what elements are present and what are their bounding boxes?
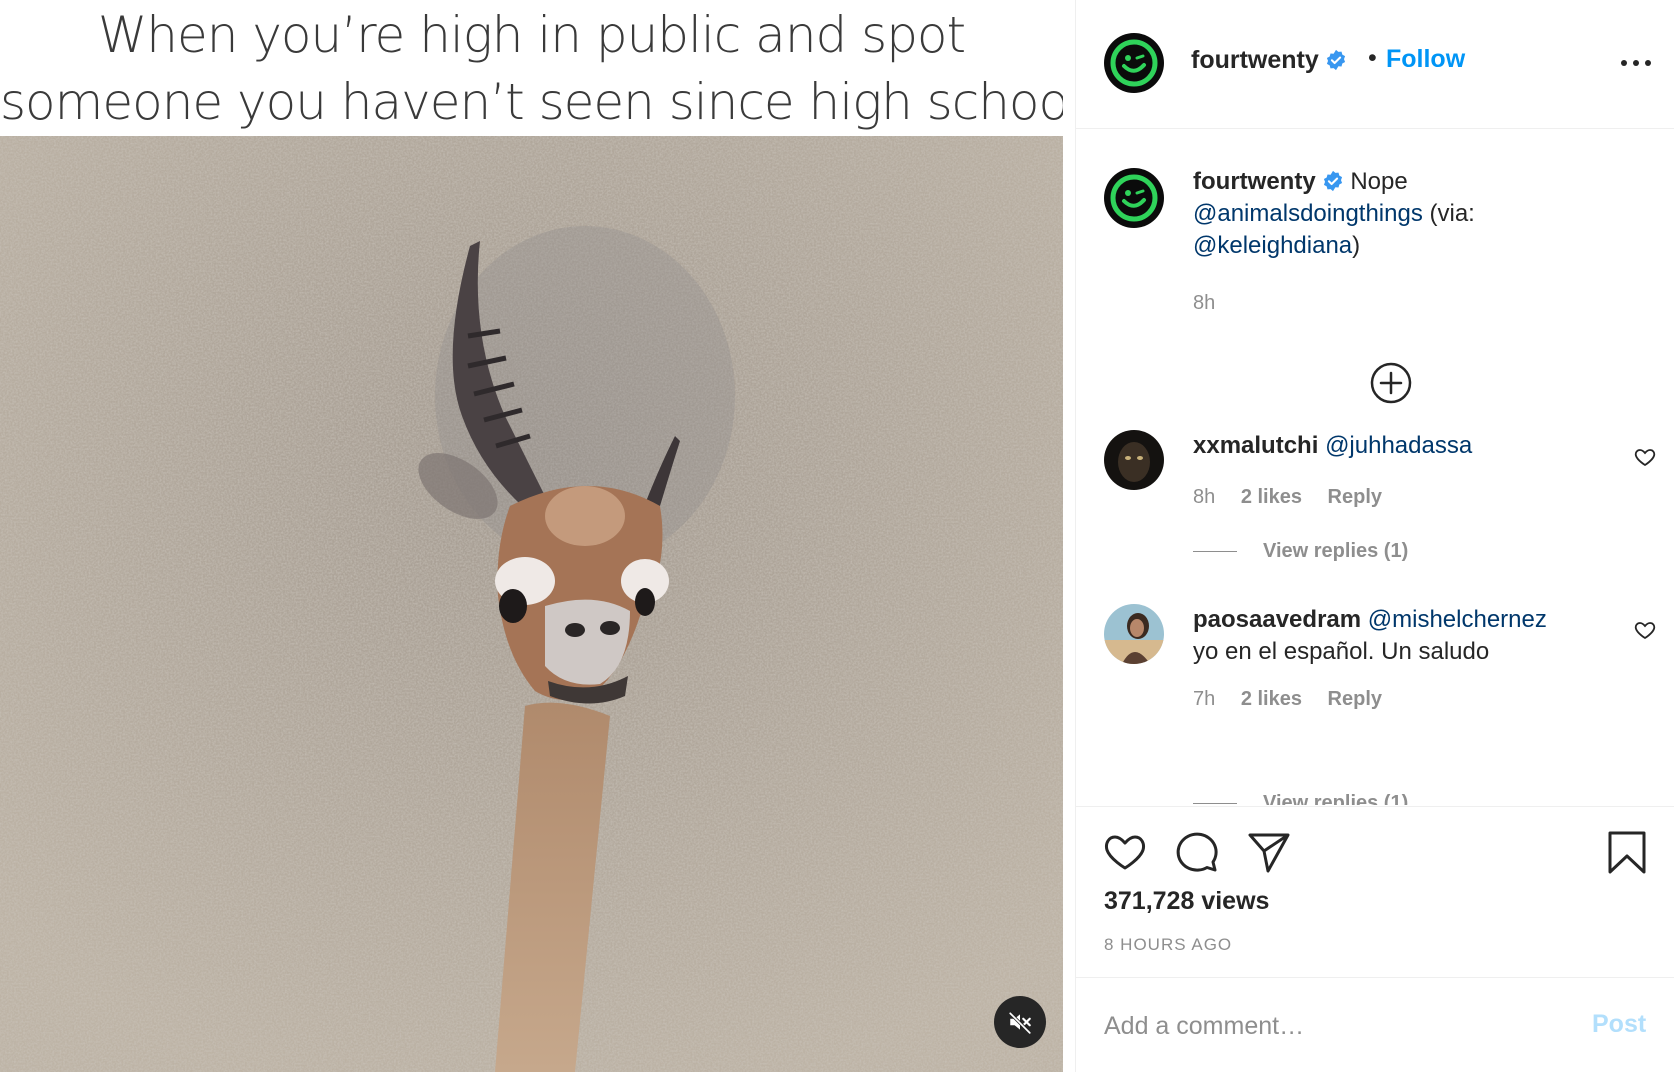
comment-message: yo en el español. Un saludo <box>1193 638 1490 665</box>
header-separator: • <box>1368 44 1377 72</box>
view-replies-label: View replies (1) <box>1263 792 1409 805</box>
view-replies-label: View replies (1) <box>1263 540 1409 562</box>
video-frame[interactable] <box>0 136 1063 1072</box>
replies-divider <box>1193 803 1237 805</box>
caption-username[interactable]: fourtwenty <box>1193 168 1316 195</box>
view-count[interactable]: 371,728 views <box>1104 887 1269 916</box>
smiley-logo-icon <box>1110 39 1158 87</box>
smiley-logo-icon <box>1110 174 1158 222</box>
verified-badge-icon <box>1323 170 1342 192</box>
caption-text-via: (via: <box>1429 200 1475 227</box>
verified-badge-icon <box>1326 49 1345 71</box>
comment-input[interactable] <box>1104 1008 1544 1044</box>
comment-likes[interactable]: 2 likes <box>1241 486 1302 508</box>
caption-timestamp[interactable]: 8h <box>1193 292 1215 315</box>
header-username[interactable]: fourtwenty <box>1191 46 1347 75</box>
comment-mention-link[interactable]: @mishelchernez <box>1368 606 1547 633</box>
comment-timestamp[interactable]: 8h <box>1193 486 1215 508</box>
heart-icon[interactable] <box>1102 829 1148 875</box>
caption-mention-link[interactable]: @keleighdiana <box>1193 232 1352 259</box>
caption-avatar[interactable] <box>1104 168 1164 228</box>
post-button[interactable]: Post <box>1592 1010 1646 1039</box>
reply-button[interactable]: Reply <box>1328 486 1382 508</box>
post-media[interactable]: When you’re high in public and spot some… <box>0 0 1063 1072</box>
view-replies-button[interactable]: View replies (1) <box>1193 792 1408 805</box>
post-caption: fourtwenty Nope @animalsdoingthings (via… <box>1193 166 1633 262</box>
comment-like-heart-icon[interactable] <box>1633 618 1657 642</box>
plus-circle-icon[interactable] <box>1368 360 1414 406</box>
comments-list[interactable]: fourtwenty Nope @animalsdoingthings (via… <box>1076 130 1674 805</box>
follow-button[interactable]: Follow <box>1386 45 1465 74</box>
comment-mention-link[interactable]: @juhhadassa <box>1325 432 1472 459</box>
meme-caption-line1: When you’re high in public and spot <box>97 6 966 64</box>
avatar[interactable] <box>1104 604 1164 664</box>
more-options-icon[interactable] <box>1616 48 1656 78</box>
gazelle-video-image <box>0 136 1063 1072</box>
comment-meta: 8h 2 likes Reply <box>1193 486 1402 509</box>
bookmark-icon[interactable] <box>1604 829 1650 875</box>
comment-text: paosaavedram @mishelchernez yo en el esp… <box>1193 604 1613 668</box>
avatar[interactable] <box>1104 33 1164 93</box>
post-header: fourtwenty • Follow <box>1076 0 1674 129</box>
meme-caption: When you’re high in public and spot some… <box>0 0 1063 136</box>
comment-likes[interactable]: 2 likes <box>1241 688 1302 710</box>
comment-like-heart-icon[interactable] <box>1633 445 1657 469</box>
user-photo-avatar <box>1104 430 1164 490</box>
add-comment-bar: Post <box>1076 977 1674 1072</box>
user-photo-avatar <box>1104 604 1164 664</box>
caption-text: Nope <box>1350 168 1408 195</box>
post-timestamp[interactable]: 8 HOURS AGO <box>1104 935 1232 955</box>
caption-text-close: ) <box>1352 232 1361 259</box>
avatar[interactable] <box>1104 430 1164 490</box>
caption-mention-link[interactable]: @animalsdoingthings <box>1193 200 1423 227</box>
meme-caption-line2: someone you haven’t seen since high scho… <box>0 73 1063 131</box>
speaker-muted-icon <box>1008 1011 1031 1034</box>
comment-icon[interactable] <box>1174 829 1220 875</box>
reply-button[interactable]: Reply <box>1328 688 1382 710</box>
comment-username[interactable]: xxmalutchi <box>1193 432 1318 459</box>
paper-plane-icon[interactable] <box>1246 829 1292 875</box>
replies-divider <box>1193 551 1237 553</box>
comment-timestamp[interactable]: 7h <box>1193 688 1215 710</box>
post-actions: 371,728 views 8 HOURS AGO <box>1076 806 1674 977</box>
view-replies-button[interactable]: View replies (1) <box>1193 540 1408 563</box>
comment-username[interactable]: paosaavedram <box>1193 606 1361 633</box>
mute-button[interactable] <box>994 996 1046 1048</box>
comment-text: xxmalutchi @juhhadassa <box>1193 430 1613 462</box>
comment-meta: 7h 2 likes Reply <box>1193 688 1402 711</box>
post-side-panel: fourtwenty • Follow fourtwenty Nope @ani… <box>1075 0 1674 1072</box>
